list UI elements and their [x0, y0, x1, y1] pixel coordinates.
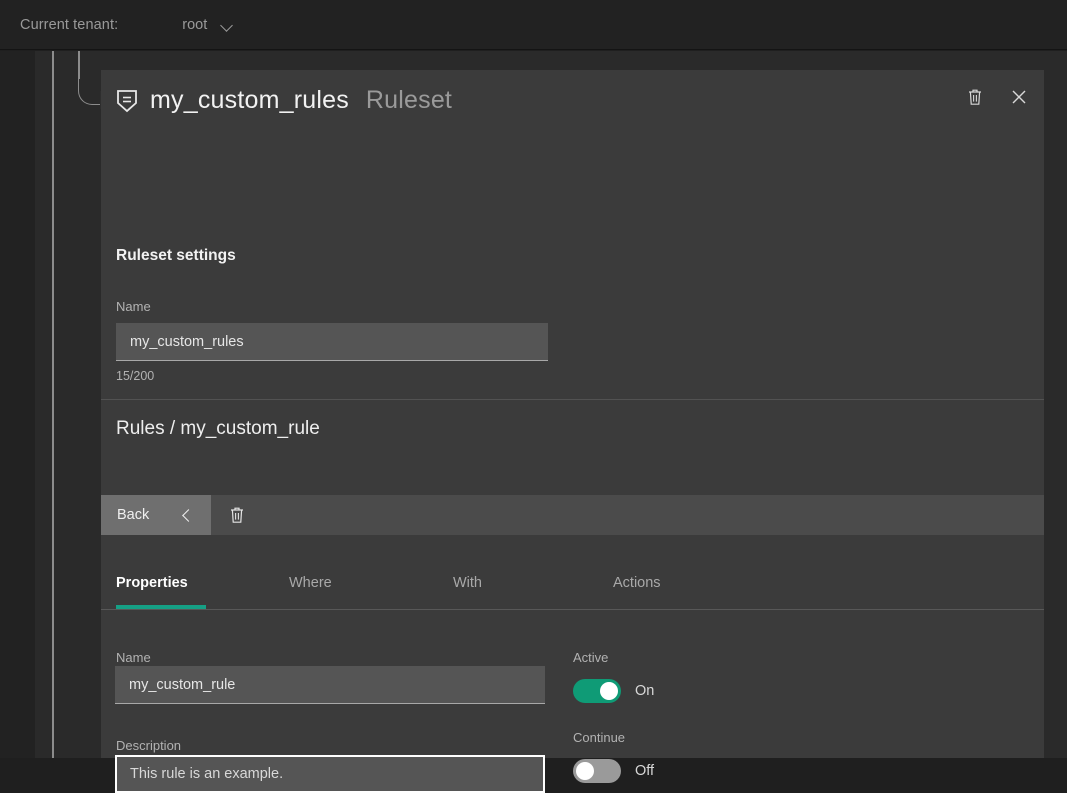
toggle-knob	[576, 762, 594, 780]
close-icon	[1012, 90, 1026, 104]
tab-where[interactable]: Where	[289, 575, 332, 591]
tab-actions[interactable]: Actions	[613, 575, 661, 591]
rule-tabs: Properties Where With Actions	[101, 535, 1044, 610]
rule-continue-label: Continue	[573, 730, 625, 745]
properties-pane: Name Description Active On Continue Off	[101, 611, 1044, 758]
ruleset-settings-heading: Ruleset settings	[116, 247, 236, 265]
back-button[interactable]: Back	[101, 495, 211, 535]
chevron-down-icon	[221, 21, 234, 29]
top-bar: Current tenant: root	[0, 0, 1067, 50]
ruleset-name-counter: 15/200	[116, 369, 548, 383]
tenant-value: root	[182, 17, 207, 33]
rule-continue-toggle[interactable]	[573, 759, 621, 783]
rule-name-input[interactable]	[115, 666, 545, 704]
tree-guide-line-secondary	[78, 51, 80, 79]
rule-toolbar: Back	[101, 495, 1044, 535]
tree-guide-line-primary	[52, 51, 54, 758]
chevron-left-icon	[182, 509, 195, 522]
tenant-selector[interactable]: root	[182, 17, 234, 33]
rule-active-state: On	[635, 683, 654, 699]
rule-continue-toggle-row: Off	[573, 759, 654, 783]
panel-header: my_custom_rules Ruleset	[101, 70, 1044, 136]
trash-icon	[967, 88, 983, 106]
shield-ruleset-icon	[116, 89, 138, 113]
panel-header-actions	[960, 82, 1034, 112]
ruleset-settings-section: Ruleset settings Name 15/200	[101, 136, 1044, 400]
tab-properties[interactable]: Properties	[116, 575, 188, 591]
ruleset-name-label: Name	[116, 299, 548, 314]
rule-active-toggle[interactable]	[573, 679, 621, 703]
rule-active-label: Active	[573, 650, 608, 665]
rule-active-toggle-row: On	[573, 679, 654, 703]
active-tab-indicator	[116, 605, 206, 609]
ruleset-detail-panel: my_custom_rules Ruleset Ruleset settings	[101, 70, 1044, 758]
rule-description-label: Description	[116, 738, 181, 753]
ruleset-name-field-group: Name 15/200	[116, 299, 548, 383]
close-panel-button[interactable]	[1004, 82, 1034, 112]
tenant-label: Current tenant:	[20, 17, 118, 33]
back-button-label: Back	[117, 507, 149, 523]
ruleset-name-input[interactable]	[116, 323, 548, 361]
trash-icon	[229, 506, 245, 524]
breadcrumb: Rules / my_custom_rule	[116, 418, 320, 440]
tab-with[interactable]: With	[453, 575, 482, 591]
panel-title-group: my_custom_rules Ruleset	[116, 86, 452, 115]
rule-continue-state: Off	[635, 763, 654, 779]
rule-description-input[interactable]	[115, 755, 545, 793]
rule-name-label: Name	[116, 650, 151, 665]
page-title: my_custom_rules	[150, 86, 349, 115]
page-subtitle: Ruleset	[366, 86, 452, 115]
delete-ruleset-button[interactable]	[960, 82, 990, 112]
toggle-knob	[600, 682, 618, 700]
delete-rule-button[interactable]	[211, 495, 263, 535]
rules-breadcrumb-section: Rules / my_custom_rule	[101, 400, 1044, 495]
